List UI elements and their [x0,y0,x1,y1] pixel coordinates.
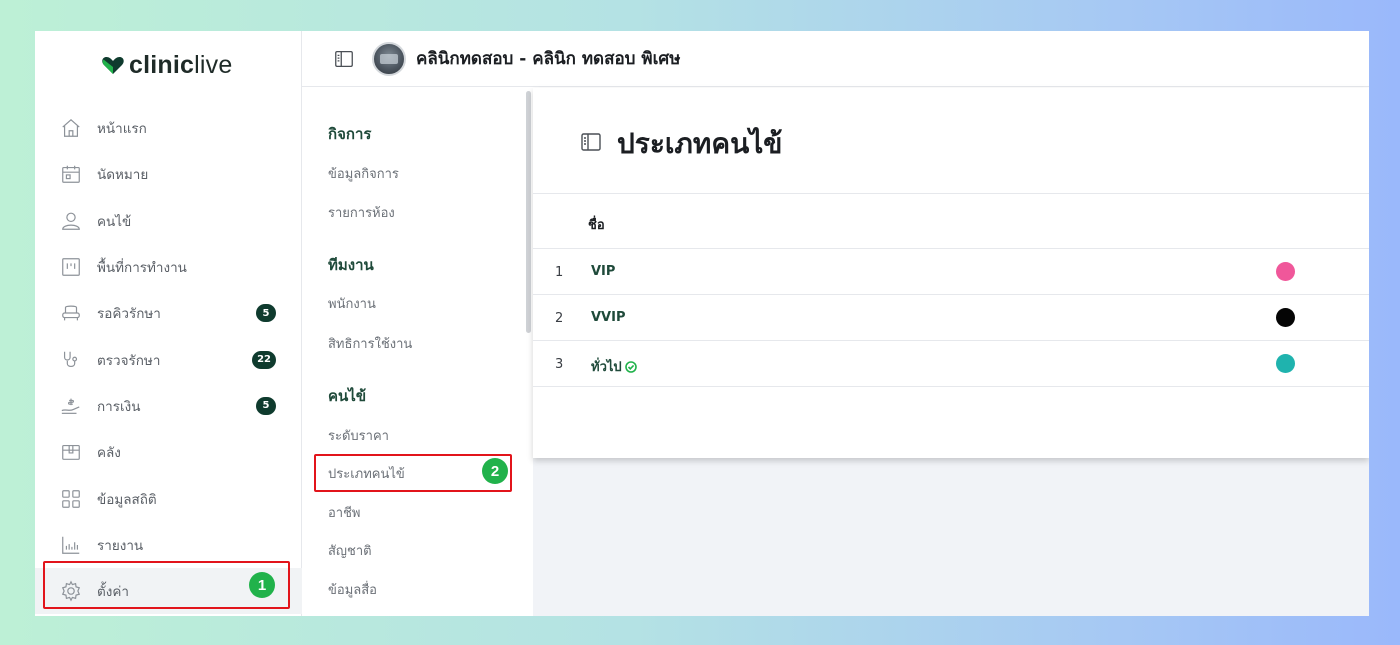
sidebar-item-finance[interactable]: การเงิน 5 [35,383,302,429]
clinic-name: คลินิกทดสอบ - คลินิก ทดสอบ พิเศษ [416,49,681,69]
sidebar-item-inventory[interactable]: คลัง [35,429,302,475]
sidebar-item-patients[interactable]: คนไข้ [35,198,302,244]
row-index: 2 [555,311,564,326]
page-header: ประเภทคนไข้ [579,122,782,166]
examination-count-badge: 22 [252,350,276,369]
sidebar-item-label: คนไข้ [97,213,132,230]
table-row[interactable]: 3 ทั่วไป [533,341,1369,387]
sidebar-item-label: ตรวจรักษา [97,352,161,369]
sidebar-item-queue[interactable]: รอคิวรักษา 5 [35,290,302,336]
sidebar-item-workspace[interactable]: พื้นที่การทำงาน [35,244,302,290]
submenu-item-nationalities[interactable]: สัญชาติ [328,540,372,561]
top-header: คลินิกทดสอบ - คลินิก ทดสอบ พิเศษ [302,31,1369,87]
submenu-scrollbar[interactable] [526,91,531,333]
sidebar-item-reports[interactable]: รายงาน [35,522,302,568]
row-name-text: VIP [591,264,616,279]
workspace-icon [59,255,83,279]
row-name-text: ทั่วไป [591,360,622,375]
submenu-item-permissions[interactable]: สิทธิการใช้งาน [328,333,412,354]
submenu-group-business: กิจการ [328,125,372,143]
clinic-avatar[interactable] [372,41,406,76]
finance-count-badge: 5 [256,396,276,415]
sidebar-toggle-icon[interactable] [332,47,356,71]
logo-text-bold: clinic [129,50,195,79]
queue-count-badge: 5 [256,304,276,323]
gear-icon [59,579,83,603]
submenu-item-business-info[interactable]: ข้อมูลกิจการ [328,163,399,184]
patient-types-table: ชื่อ 1 VIP 2 VVIP 3 ทั่วไป [533,193,1369,387]
table-row[interactable]: 2 VVIP [533,295,1369,341]
page-title: ประเภทคนไข้ [617,127,783,160]
submenu-item-occupations[interactable]: อาชีพ [328,502,361,523]
settings-submenu: กิจการ ข้อมูลกิจการ รายการห้อง ทีมงาน พน… [302,88,533,616]
row-name-link[interactable]: VIP [591,264,615,279]
box-icon [59,440,83,464]
sidebar-item-home[interactable]: หน้าแรก [35,105,302,151]
sidebar-panel-icon[interactable] [579,130,603,158]
row-name-text: VVIP [591,310,626,325]
sidebar: cliniclive หน้าแรก นัดหมาย คนไข้ พื้นที่… [35,31,302,616]
main-content: ประเภทคนไข้ ชื่อ 1 VIP 2 VVIP 3 ทั่วไป [533,88,1369,616]
chair-icon [59,301,83,325]
sidebar-nav: หน้าแรก นัดหมาย คนไข้ พื้นที่การทำงาน รอ… [35,105,302,615]
submenu-group-patients: คนไข้ [328,387,367,405]
sidebar-item-examination[interactable]: ตรวจรักษา 22 [35,336,302,382]
row-index: 3 [555,357,564,372]
sidebar-item-label: คลัง [97,445,121,462]
sidebar-item-label: การเงิน [97,398,141,415]
color-swatch [1276,262,1295,281]
color-swatch [1276,308,1295,327]
submenu-item-media[interactable]: ข้อมูลสื่อ [328,579,377,600]
step-2-marker: 2 [482,458,508,484]
sidebar-item-appointments[interactable]: นัดหมาย [35,151,302,197]
heart-logo-icon [102,57,124,74]
sidebar-item-label: รายงาน [97,537,144,554]
home-icon [59,116,83,140]
table-row[interactable]: 1 VIP [533,249,1369,295]
submenu-item-rooms[interactable]: รายการห้อง [328,202,395,223]
submenu-item-price-levels[interactable]: ระดับราคา [328,425,389,446]
user-icon [59,209,83,233]
row-name-link[interactable]: ทั่วไป [591,356,637,377]
logo[interactable]: cliniclive [101,49,232,81]
column-header-name: ชื่อ [588,218,605,233]
step-1-marker: 1 [249,572,275,598]
sidebar-item-label: ข้อมูลสถิติ [97,491,157,508]
sidebar-item-label: รอคิวรักษา [97,306,161,323]
submenu-item-patient-types[interactable]: ประเภทคนไข้ [328,463,405,484]
grid-icon [59,487,83,511]
row-name-link[interactable]: VVIP [591,310,626,325]
row-index: 1 [555,265,564,280]
stethoscope-icon [59,348,83,372]
submenu-item-staff[interactable]: พนักงาน [328,293,376,314]
sidebar-item-label: ตั้งค่า [97,584,129,601]
default-check-icon [624,360,637,373]
sidebar-item-label: พื้นที่การทำงาน [97,260,187,277]
patient-types-card: ประเภทคนไข้ ชื่อ 1 VIP 2 VVIP 3 ทั่วไป [533,88,1369,458]
table-header: ชื่อ [533,193,1369,249]
app-window: cliniclive หน้าแรก นัดหมาย คนไข้ พื้นที่… [35,31,1369,616]
sidebar-item-statistics[interactable]: ข้อมูลสถิติ [35,475,302,521]
logo-text-light: live [194,50,233,79]
calendar-icon [59,162,83,186]
sidebar-item-label: หน้าแรก [97,121,147,138]
chart-icon [59,533,83,557]
money-icon [59,394,83,418]
logo-text: cliniclive [129,51,232,80]
color-swatch [1276,354,1295,373]
sidebar-item-label: นัดหมาย [97,167,149,184]
submenu-group-team: ทีมงาน [328,256,374,274]
